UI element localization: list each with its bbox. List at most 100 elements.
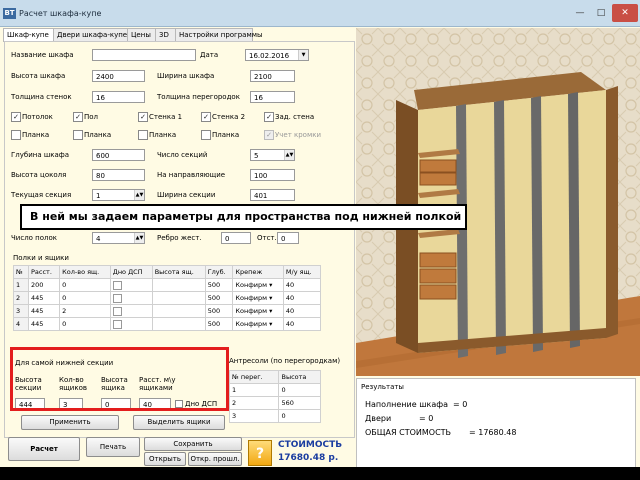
drawer-height-cell[interactable] [151,291,206,305]
distance-cell[interactable]: 445 [27,291,61,305]
back-wall-checkbox[interactable]: ✓ [264,112,274,122]
fastener-cell[interactable]: Конфирм ▾ [232,278,284,292]
calculate-button[interactable]: Расчет [8,437,80,461]
tab-prices[interactable]: Цены [127,28,157,41]
fastener-cell[interactable]: Конфирм ▾ [232,317,284,331]
table-row[interactable]: 4 445 0 500 Конфирм ▾ 40 [13,317,322,331]
tab-settings[interactable]: Настройки программы [175,28,263,41]
fastener-cell[interactable]: Конфирм ▾ [232,304,284,318]
width-label: Ширина шкафа [157,72,215,80]
save-button[interactable]: Сохранить [144,437,242,451]
dsp-bottom-cell[interactable] [109,278,153,292]
rib-field[interactable]: 0 [221,232,251,244]
print-button[interactable]: Печать [86,437,140,457]
depth-field[interactable]: 600 [92,149,145,161]
plank1-checkbox[interactable] [11,130,21,140]
antresol-height[interactable]: 560 [278,396,321,410]
help-button[interactable]: ? [248,440,272,466]
maximize-button[interactable]: □ [591,4,611,22]
depth-cell[interactable]: 500 [204,278,234,292]
chevron-down-icon[interactable]: ▾ [269,281,272,289]
wardrobe-3d-preview[interactable] [356,28,640,376]
highlight-drawers-button[interactable]: Выделить ящики [133,415,225,430]
tab-wardrobe[interactable]: Шкаф-купе [3,28,55,42]
wall2-checkbox[interactable]: ✓ [201,112,211,122]
distance-cell[interactable]: 200 [27,278,61,292]
height-field[interactable]: 2400 [92,70,145,82]
drawer-count-cell[interactable]: 0 [59,317,111,331]
plank3-checkbox[interactable] [138,130,148,140]
open-previous-button[interactable]: Откр. прошл. [188,452,242,466]
gap-cell[interactable]: 40 [282,291,322,305]
distance-cell[interactable]: 445 [27,304,61,318]
width-field[interactable]: 2100 [250,70,295,82]
fastener-value: Конфирм [235,320,268,328]
dsp-bottom-cell[interactable] [109,317,153,331]
gap-cell[interactable]: 40 [282,304,322,318]
table-row[interactable]: 2 445 0 500 Конфирм ▾ 40 [13,291,322,305]
depth-cell[interactable]: 500 [204,317,234,331]
floor-checkbox[interactable]: ✓ [73,112,83,122]
spin-icon[interactable]: ▲▼ [284,150,294,160]
table-row[interactable]: 30 [228,409,321,423]
drawer-height-cell[interactable] [151,304,206,318]
drawer-count-cell[interactable]: 2 [59,304,111,318]
ceiling-checkbox[interactable]: ✓ [11,112,21,122]
fastener-cell[interactable]: Конфирм ▾ [232,291,284,305]
table-row[interactable]: 1 200 0 500 Конфирм ▾ 40 [13,278,322,292]
sections-stepper[interactable]: 5 ▲▼ [250,149,295,161]
dsp-checkbox[interactable] [112,319,122,329]
results-panel: Результаты Наполнение шкафа = 0 Двери = … [356,378,636,467]
table-header-row: № перег. Высота [228,370,321,384]
name-field[interactable] [92,49,196,61]
apply-button[interactable]: Применить [21,415,119,430]
table-row[interactable]: 2 560 [228,396,321,410]
chevron-down-icon[interactable]: ▾ [269,320,272,328]
table-row[interactable]: 3 445 2 500 Конфирм ▾ 40 [13,304,322,318]
open-button[interactable]: Открыть [144,452,186,466]
dsp-bottom-cell[interactable] [109,291,153,305]
close-button[interactable]: ✕ [612,4,638,22]
dsp-checkbox[interactable] [112,280,122,290]
chevron-down-icon[interactable]: ▾ [269,294,272,302]
wall-field[interactable]: 16 [92,91,145,103]
drawer-height-cell[interactable] [151,317,206,331]
depth-cell[interactable]: 500 [204,304,234,318]
dsp-checkbox[interactable] [112,293,122,303]
current-section-stepper[interactable]: 1 ▲▼ [92,189,145,201]
antresol-height[interactable]: 0 [278,409,321,423]
table-row[interactable]: 10 [228,383,321,397]
minimize-button[interactable]: — [570,4,590,22]
drawer-height-cell[interactable] [151,278,206,292]
dsp-checkbox[interactable] [112,306,122,316]
plank2-checkbox[interactable] [73,130,83,140]
chevron-down-icon[interactable]: ▼ [298,50,308,60]
spin-icon[interactable]: ▲▼ [134,233,144,243]
otst-field[interactable]: 0 [277,232,299,244]
column-header: № перег. [228,370,280,384]
depth-cell[interactable]: 500 [204,291,234,305]
wall1-checkbox[interactable]: ✓ [138,112,148,122]
tab-doors[interactable]: Двери шкафа-купе [53,28,129,41]
section-width-field[interactable]: 401 [250,189,295,201]
drawer-count-cell[interactable]: 0 [59,291,111,305]
plank4-checkbox[interactable] [201,130,211,140]
plinth-field[interactable]: 80 [92,169,145,181]
spin-icon[interactable]: ▲▼ [134,190,144,200]
gap-cell[interactable]: 40 [282,278,322,292]
gap-cell[interactable]: 40 [282,317,322,331]
antresol-height[interactable]: 0 [278,383,321,397]
chevron-down-icon[interactable]: ▾ [269,307,272,315]
cost-label: СТОИМОСТЬ [278,440,343,450]
drawer-count-cell[interactable]: 0 [59,278,111,292]
partition-field[interactable]: 16 [250,91,295,103]
edge-checkbox[interactable]: ✓ [264,130,274,140]
tab-3d[interactable]: 3D [155,28,177,41]
dsp-bottom-cell[interactable] [109,304,153,318]
shelves-title: Полки и ящики [13,254,69,262]
shelves-count-stepper[interactable]: 4 ▲▼ [92,232,145,244]
date-picker[interactable]: 16.02.2016 ▼ [245,49,309,61]
rail-field[interactable]: 100 [250,169,295,181]
distance-cell[interactable]: 445 [27,317,61,331]
annotation-tooltip: В ней мы задаем параметры для пространст… [20,204,467,230]
